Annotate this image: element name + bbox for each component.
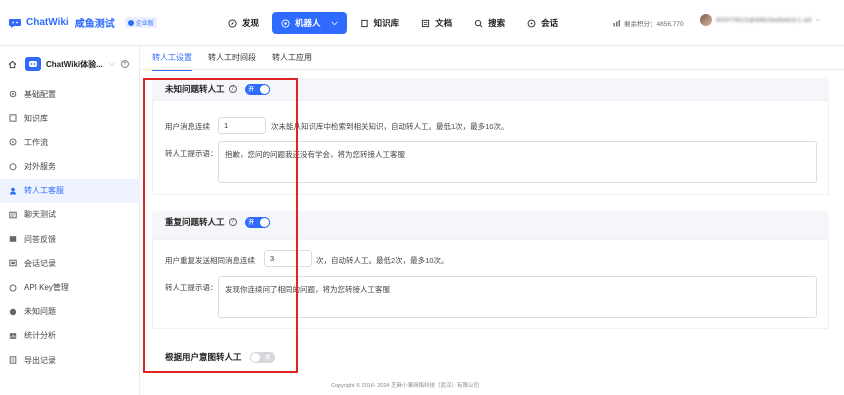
toggle-knob	[259, 84, 269, 94]
main-nav: 发现 机器人 ⌵ 知识库 文档 搜索 会话	[219, 12, 567, 34]
settings-tabs: 转人工设置 转人工时间段 转人工应用	[152, 46, 312, 71]
repeat-prompt-textarea[interactable]: 发现你连续问了相同的问题，将为您转接人工客服	[218, 276, 817, 318]
nav-robot[interactable]: 机器人 ⌵	[272, 12, 347, 34]
unknown-prompt-label: 转人工提示语：	[165, 149, 218, 158]
sidebar-item-basic-config[interactable]: 基础配置	[0, 82, 140, 106]
test-icon	[9, 211, 17, 219]
footer-copyright: Copyright © 2016- 2024 芝麻小事网络科技（武汉）有限公司	[331, 383, 480, 389]
chevron-down-icon: ⌵	[331, 18, 338, 27]
chevron-down-icon: ⌵	[815, 16, 821, 23]
nav-chat[interactable]: 会话	[518, 12, 567, 34]
robot-name: ChatWiki体验...	[46, 59, 103, 69]
feedback-icon	[9, 236, 17, 242]
chart-icon	[9, 333, 17, 339]
sidebar: ChatWiki体验... ⌵ + 基础配置 知识库 工作流 对外服务 转人工客…	[0, 46, 140, 395]
chat-bubble-icon	[9, 162, 17, 170]
unknown-count-label: 用户消息连续	[165, 122, 210, 131]
points-display: 剩余积分：4856,770	[613, 18, 684, 28]
unknown-question-toggle[interactable]: 开	[244, 83, 270, 95]
workflow-icon	[9, 138, 17, 146]
robot-selector[interactable]: ChatWiki体验... ⌵ +	[8, 56, 134, 72]
nav-document[interactable]: 文档	[412, 12, 461, 34]
repeat-count-suffix: 次，自动转人工。最低2次，最多10次。	[316, 256, 449, 265]
sidebar-item-external-service[interactable]: 对外服务	[0, 155, 140, 179]
sidebar-item-human-handoff[interactable]: 转人工客服	[0, 178, 140, 203]
tab-handoff-app[interactable]: 转人工应用	[272, 46, 312, 70]
sidebar-item-workflow[interactable]: 工作流	[0, 130, 140, 154]
chatwiki-logo-icon	[9, 18, 21, 28]
chevron-down-icon[interactable]: ⌵	[109, 59, 115, 69]
repeat-count-label: 用户重复发送相同消息连续	[165, 256, 255, 265]
unknown-count-input[interactable]: 1	[218, 117, 266, 134]
badge-icon	[127, 19, 134, 26]
sidebar-item-chat-test[interactable]: 聊天测试	[0, 203, 140, 227]
repeat-prompt-label: 转人工提示语：	[165, 283, 218, 292]
nav-discover[interactable]: 发现	[219, 12, 268, 34]
unknown-question-title: 未知问题转人工 ? 开	[165, 83, 270, 95]
sidebar-menu: 基础配置 知识库 工作流 对外服务 转人工客服 聊天测试 问答反馈 会话记录 A…	[0, 82, 140, 372]
tabs-divider	[140, 69, 844, 70]
robot-avatar-icon	[25, 57, 41, 71]
key-icon	[9, 284, 17, 291]
search-icon	[475, 19, 483, 27]
points-icon	[613, 19, 620, 26]
sidebar-item-statistics[interactable]: 统计分析	[0, 324, 140, 348]
sidebar-item-api-key[interactable]: API Key管理	[0, 276, 140, 300]
document-icon	[422, 19, 430, 27]
unknown-prompt-textarea[interactable]: 抱歉，您问的问题我还没有学会，将为您转接人工客服	[218, 141, 817, 183]
export-icon	[9, 356, 17, 364]
top-header: ChatWiki 咸鱼测试 企业版 发现 机器人 ⌵ 知识库 文档 搜索 会话	[0, 0, 844, 46]
repeat-question-toggle[interactable]: 开	[244, 216, 270, 228]
team-name: 咸鱼测试	[74, 19, 115, 30]
gear-icon	[9, 90, 17, 98]
sidebar-item-export[interactable]: 导出记录	[0, 348, 140, 372]
repeat-count-input[interactable]: 3	[264, 250, 312, 267]
intent-title: 根据用户意图转人工 关	[165, 351, 275, 363]
logo[interactable]: ChatWiki 咸鱼测试 企业版	[8, 15, 157, 30]
user-menu[interactable]: 800079815@886c9e8beb3c1.skf ⌵	[700, 14, 820, 26]
book-icon	[360, 19, 368, 27]
nav-knowledge[interactable]: 知识库	[351, 12, 409, 34]
intent-toggle[interactable]: 关	[249, 351, 275, 363]
robot-icon	[281, 18, 290, 28]
record-icon	[9, 260, 17, 267]
toggle-knob	[259, 217, 269, 227]
question-icon	[9, 308, 17, 315]
home-icon[interactable]	[8, 60, 17, 69]
help-icon[interactable]: ?	[228, 218, 237, 226]
tab-handoff-time[interactable]: 转人工时间段	[208, 46, 256, 70]
user-name: 800079815@886c9e8beb3c1.skf	[716, 16, 812, 24]
sidebar-item-knowledge[interactable]: 知识库	[0, 106, 140, 130]
unknown-count-suffix: 次未能从知识库中检索到相关知识，自动转人工。最低1次，最多10次。	[271, 122, 509, 131]
sidebar-item-unknown-questions[interactable]: 未知问题	[0, 300, 140, 324]
sidebar-item-session-record[interactable]: 会话记录	[0, 251, 140, 275]
toggle-knob	[250, 352, 260, 362]
add-robot-icon[interactable]: +	[120, 60, 129, 68]
headset-icon	[10, 187, 16, 195]
nav-search[interactable]: 搜索	[465, 12, 514, 34]
book-icon	[9, 114, 17, 122]
compass-icon	[228, 18, 237, 28]
logo-text: ChatWiki	[26, 17, 69, 28]
avatar	[700, 14, 712, 26]
tab-handoff-settings[interactable]: 转人工设置	[152, 46, 192, 71]
sidebar-item-feedback[interactable]: 问答反馈	[0, 227, 140, 251]
repeat-question-title: 重复问题转人工 ? 开	[165, 216, 270, 228]
enterprise-badge: 企业版	[124, 17, 157, 28]
chat-icon	[527, 19, 536, 27]
help-icon[interactable]: ?	[228, 85, 237, 93]
